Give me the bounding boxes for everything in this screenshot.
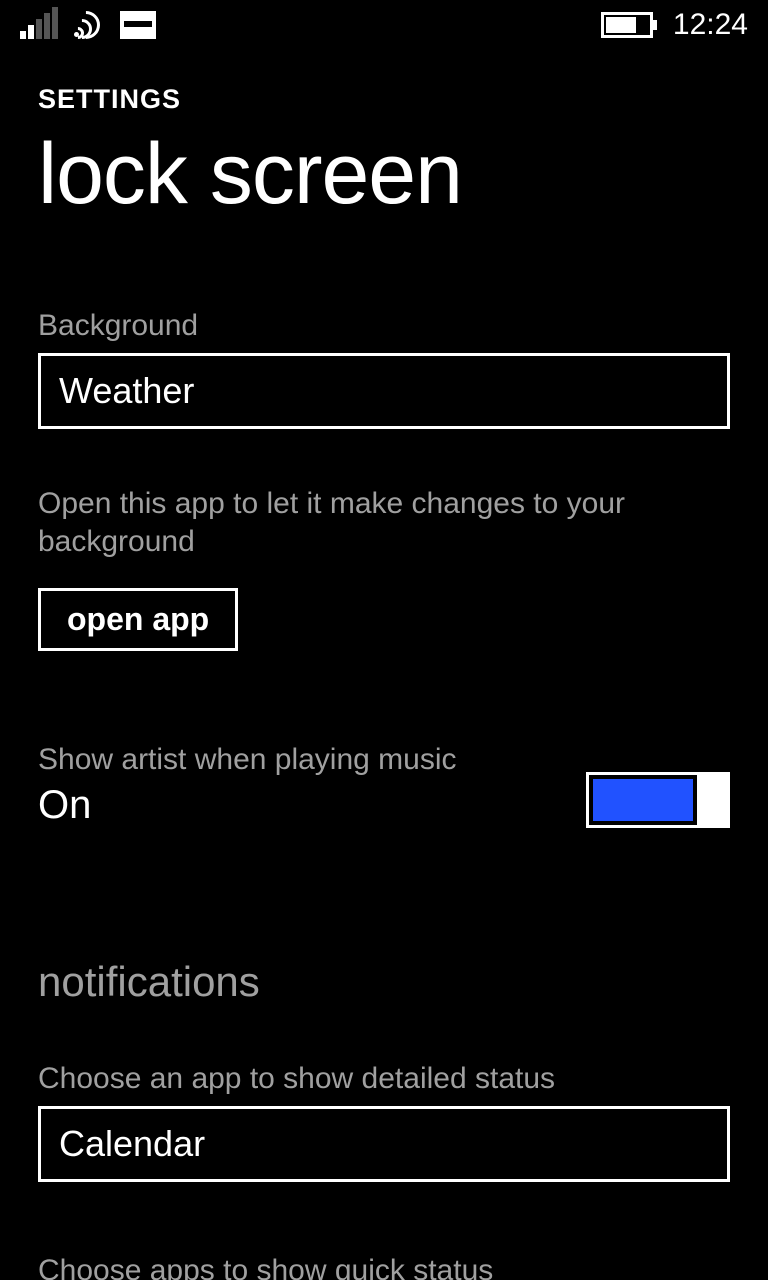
app-title: SETTINGS (38, 84, 730, 115)
artist-toggle-label: Show artist when playing music (38, 743, 457, 777)
clock: 12:24 (673, 8, 748, 42)
open-app-button-label: open app (67, 601, 209, 637)
quick-status-label: Choose apps to show quick status (38, 1254, 730, 1280)
artist-toggle-switch[interactable] (586, 772, 730, 828)
notification-icon (120, 11, 156, 39)
notifications-heading: notifications (38, 958, 730, 1006)
page-header: SETTINGS lock screen (0, 50, 768, 219)
detailed-status-select[interactable]: Calendar (38, 1106, 730, 1182)
artist-toggle-row: Show artist when playing music On (38, 743, 730, 828)
background-hint: Open this app to let it make changes to … (38, 485, 730, 560)
detailed-status-label: Choose an app to show detailed status (38, 1062, 730, 1096)
background-selected-value: Weather (59, 370, 194, 411)
open-app-button[interactable]: open app (38, 588, 238, 651)
battery-icon (601, 12, 653, 38)
signal-strength-icon (20, 11, 58, 39)
page-title: lock screen (38, 129, 730, 219)
content: Background Weather Open this app to let … (0, 219, 768, 1280)
status-left (20, 11, 156, 39)
detailed-status-selected-value: Calendar (59, 1123, 205, 1164)
status-bar: 12:24 (0, 0, 768, 50)
artist-toggle-text: Show artist when playing music On (38, 743, 457, 828)
background-label: Background (38, 309, 730, 343)
background-select[interactable]: Weather (38, 353, 730, 429)
artist-toggle-state: On (38, 783, 457, 828)
status-right: 12:24 (601, 8, 748, 42)
wifi-icon (72, 11, 106, 39)
